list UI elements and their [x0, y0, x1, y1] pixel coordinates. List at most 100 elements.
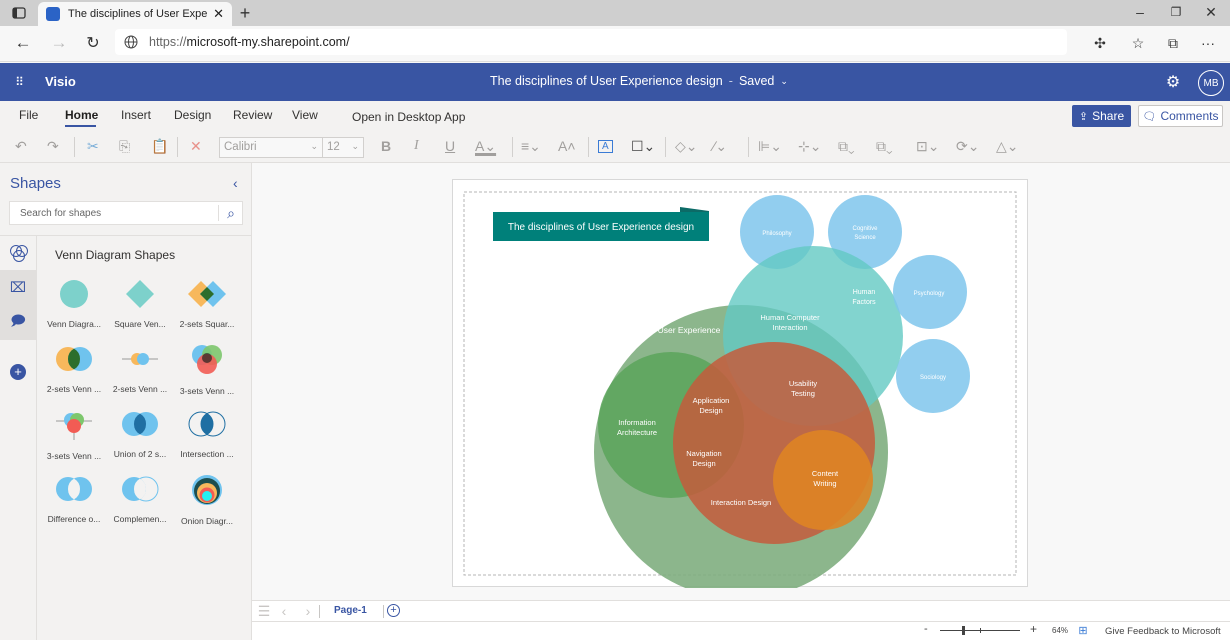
search-shapes-input[interactable]: Search for shapes ⌕ — [9, 201, 243, 225]
shape-square-venn[interactable]: Square Ven... — [107, 279, 173, 329]
cut-icon[interactable]: ✂ — [87, 138, 99, 155]
tab-view[interactable]: View — [292, 108, 318, 122]
three-small-circles-icon — [56, 413, 92, 440]
document-title-area[interactable]: The disciplines of User Experience desig… — [490, 74, 788, 88]
close-window-icon[interactable]: ✕ — [1201, 3, 1221, 21]
tab-file[interactable]: File — [19, 108, 38, 122]
refresh-icon[interactable]: ↻ — [82, 32, 104, 54]
previous-page-icon[interactable]: ‹ — [278, 603, 290, 619]
drawing-page[interactable]: The disciplines of User Experience desig… — [452, 179, 1029, 588]
collapse-panel-icon[interactable]: ‹ — [233, 175, 238, 191]
app-launcher-icon[interactable]: ⠿ — [10, 73, 28, 91]
tab-design[interactable]: Design — [174, 108, 211, 122]
extensions-icon[interactable]: ✣ — [1090, 32, 1110, 54]
label-human-factors-line2: Factors — [852, 299, 876, 306]
open-in-desktop-app-button[interactable]: Open in Desktop App — [352, 110, 465, 124]
zoom-slider-thumb[interactable] — [961, 626, 965, 635]
stencil-title: Venn Diagram Shapes — [55, 248, 176, 262]
add-stencil-icon[interactable]: + — [10, 364, 26, 380]
copy-icon[interactable]: ⎘ — [119, 138, 130, 155]
stencil-tab-banner[interactable]: ⌧ — [0, 270, 36, 305]
tab-insert[interactable]: Insert — [121, 108, 151, 122]
shape-label: 2-sets Venn ... — [112, 384, 168, 394]
stencil-rail: ⌧ 🗩 + — [0, 236, 37, 640]
forward-icon[interactable]: → — [48, 32, 70, 54]
bring-forward-icon[interactable]: ⧉⌄ — [838, 138, 855, 155]
zoom-in-button[interactable]: + — [1030, 622, 1037, 636]
shape-2-sets-venn[interactable]: 2-sets Venn ... — [41, 344, 107, 394]
tab-review[interactable]: Review — [233, 108, 272, 122]
align-shapes-icon[interactable]: ⊫⌄ — [758, 138, 782, 155]
close-tab-icon[interactable]: ✕ — [213, 6, 224, 22]
browser-tab[interactable]: The disciplines of User Experienc ✕ — [38, 2, 232, 26]
font-color-icon[interactable]: A⌄ — [475, 138, 496, 155]
minimize-icon[interactable]: – — [1130, 3, 1150, 21]
favorites-icon[interactable]: ☆ — [1128, 32, 1148, 54]
tab-actions-icon[interactable] — [10, 5, 28, 21]
back-icon[interactable]: ← — [12, 32, 34, 54]
comments-button[interactable]: 🗨 Comments — [1138, 105, 1223, 127]
share-button[interactable]: ⇪ Share — [1072, 105, 1131, 127]
shape-2-sets-square[interactable]: 2-sets Squar... — [174, 279, 240, 329]
underline-icon[interactable]: U — [445, 138, 455, 154]
paste-icon[interactable]: 📋 — [151, 138, 168, 155]
more-icon[interactable]: ··· — [1198, 32, 1218, 54]
shape-3-sets-venn[interactable]: 3-sets Venn ... — [174, 344, 240, 396]
font-name-select[interactable]: Calibri ⌄ — [219, 137, 323, 158]
divider — [0, 235, 252, 236]
collections-icon[interactable]: ⧉ — [1163, 32, 1183, 54]
fit-to-window-icon[interactable]: ⊞ — [1077, 624, 1089, 637]
shape-outline-icon[interactable]: ☐⌄ — [631, 138, 655, 155]
two-small-circles-icon — [122, 353, 158, 365]
zoom-slider[interactable] — [940, 626, 1020, 635]
page-tab-1[interactable]: Page-1 — [334, 605, 367, 616]
position-icon[interactable]: ⊹⌄ — [798, 138, 821, 155]
shape-union-of-2-sets[interactable]: Union of 2 s... — [107, 409, 173, 459]
search-icon[interactable]: ⌕ — [223, 205, 239, 221]
shape-difference[interactable]: Difference o... — [41, 474, 107, 524]
all-pages-icon[interactable]: ☰ — [256, 603, 272, 619]
add-page-icon[interactable]: + — [387, 604, 400, 617]
settings-gear-icon[interactable]: ⚙ — [1163, 72, 1183, 92]
text-box-icon[interactable]: A — [598, 140, 613, 153]
url-input[interactable]: https://microsoft-my.sharepoint.com/ — [115, 29, 1067, 55]
three-circles-icon — [192, 345, 222, 374]
delete-icon[interactable]: ✕ — [190, 138, 202, 155]
app-name[interactable]: Visio — [45, 74, 76, 89]
rotate-icon[interactable]: ⟳⌄ — [956, 138, 979, 155]
user-avatar[interactable]: MB — [1198, 70, 1224, 96]
new-tab-icon[interactable]: + — [236, 3, 254, 23]
zoom-out-button[interactable]: - — [924, 623, 928, 635]
diagram-canvas[interactable]: The disciplines of User Experience desig… — [453, 180, 1029, 588]
send-backward-icon[interactable]: ⧉⌄ — [876, 138, 893, 155]
shape-intersection[interactable]: Intersection ... — [174, 409, 240, 459]
label-app-design-line2: Design — [699, 406, 722, 415]
font-size-select[interactable]: 12 ⌄ — [322, 137, 364, 158]
italic-icon[interactable]: I — [414, 138, 419, 154]
shape-onion-diagram[interactable]: Onion Diagr... — [174, 474, 240, 526]
shape-complement[interactable]: Complemen... — [107, 474, 173, 524]
text-size-icon[interactable]: A˄ — [558, 138, 576, 154]
give-feedback-link[interactable]: Give Feedback to Microsoft — [1105, 626, 1221, 637]
shape-label: 3-sets Venn ... — [179, 386, 235, 396]
group-icon[interactable]: ⊡⌄ — [916, 138, 939, 155]
restore-icon[interactable]: ❐ — [1166, 3, 1186, 21]
bold-icon[interactable]: B — [381, 138, 391, 154]
stencil-tab-callouts[interactable]: 🗩 — [0, 305, 36, 340]
label-philosophy: Philosophy — [762, 231, 791, 237]
zoom-level[interactable]: 64% — [1052, 626, 1068, 635]
align-icon[interactable]: ≡⌄ — [521, 138, 541, 155]
fill-color-icon[interactable]: ◇⌄ — [675, 138, 698, 155]
shape-2-sets-venn-small[interactable]: 2-sets Venn ... — [107, 344, 173, 394]
redo-icon[interactable]: ↷ — [47, 138, 59, 155]
next-page-icon[interactable]: › — [302, 603, 314, 619]
active-tab-indicator — [65, 125, 96, 127]
tab-home[interactable]: Home — [65, 108, 98, 122]
line-color-icon[interactable]: ∕⌄ — [713, 138, 727, 155]
flip-icon[interactable]: △⌄ — [996, 138, 1019, 155]
shape-3-sets-venn-small[interactable]: 3-sets Venn ... — [41, 409, 107, 461]
venn-stencil-icon[interactable] — [8, 242, 30, 264]
label-info-arch-line2: Architecture — [617, 428, 657, 437]
shape-venn-diagram[interactable]: Venn Diagra... — [41, 279, 107, 329]
undo-icon[interactable]: ↶ — [15, 138, 27, 155]
